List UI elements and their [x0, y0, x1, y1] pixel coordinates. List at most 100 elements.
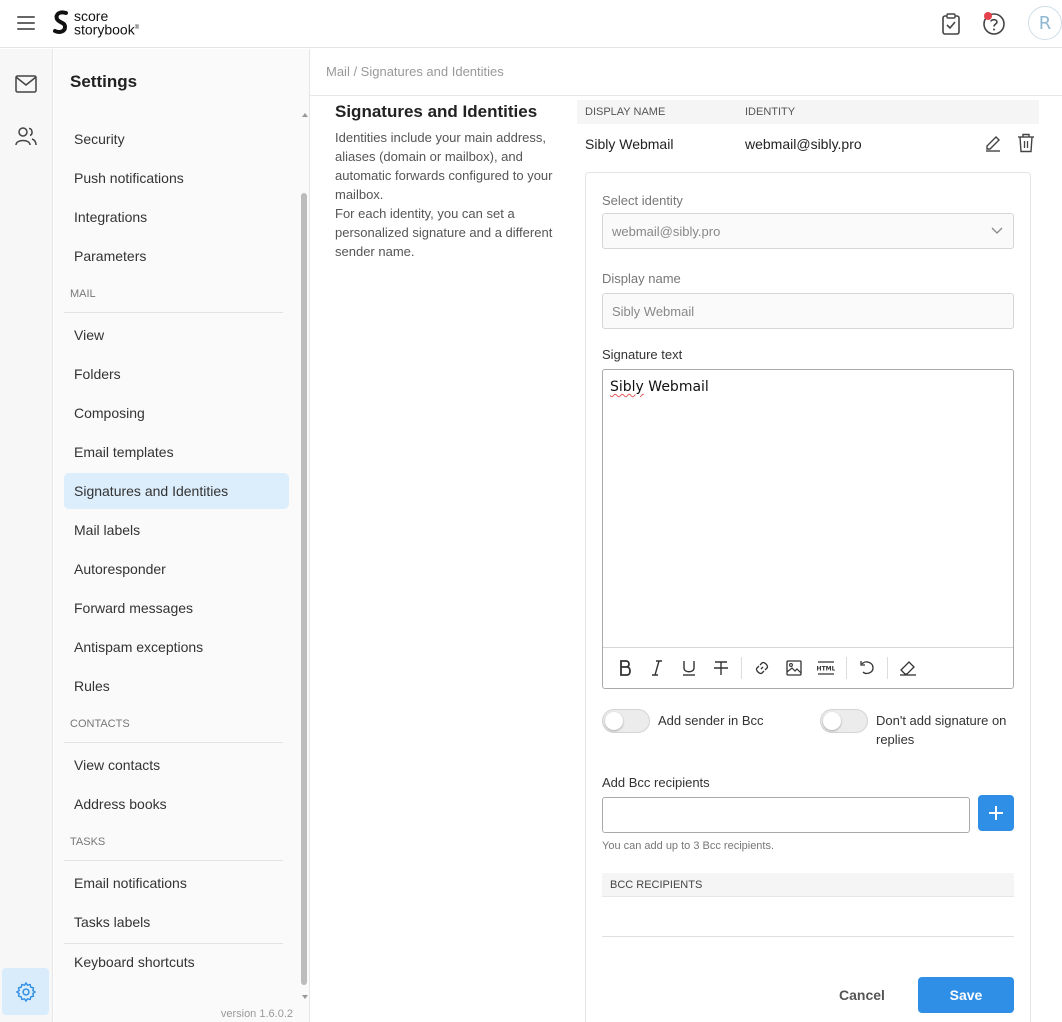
underline-icon[interactable]	[673, 653, 705, 683]
scrollbar-thumb[interactable]	[301, 193, 307, 985]
settings-item-antispam-exceptions[interactable]: Antispam exceptions	[64, 629, 289, 665]
column-header-display-name: DISPLAY NAME	[585, 106, 666, 118]
settings-item-view[interactable]: View	[64, 317, 289, 353]
help-icon[interactable]	[980, 10, 1008, 38]
no-signature-replies-label: Don't add signature on replies	[876, 713, 1007, 747]
settings-item-integrations[interactable]: Integrations	[64, 199, 289, 235]
column-header-identity: IDENTITY	[745, 106, 796, 118]
scroll-up-arrow-icon[interactable]	[302, 113, 308, 117]
settings-item-rules[interactable]: Rules	[64, 668, 289, 704]
settings-item-email-notifications[interactable]: Email notifications	[64, 865, 289, 901]
identities-table: DISPLAY NAME IDENTITY Sibly Webmail webm…	[577, 100, 1039, 164]
description-paragraph-2: For each identity, you can set a persona…	[335, 206, 553, 259]
row-display-name: Sibly Webmail	[585, 136, 674, 152]
display-name-field[interactable]: Sibly Webmail	[602, 293, 1014, 329]
section-header-mail: MAIL	[64, 277, 283, 313]
logo-text-line1: score	[74, 8, 109, 25]
app-rail	[0, 49, 53, 1022]
settings-item-forward-messages[interactable]: Forward messages	[64, 590, 289, 626]
settings-item-tasks-labels[interactable]: Tasks labels	[64, 904, 289, 940]
cancel-button[interactable]: Cancel	[828, 980, 896, 1010]
plus-icon	[989, 806, 1003, 820]
toolbar-divider	[887, 657, 888, 679]
toolbar-divider	[846, 657, 847, 679]
link-icon[interactable]	[746, 653, 778, 683]
description-paragraph-1: Identities include your main address, al…	[335, 130, 553, 202]
logo-mark-icon	[53, 10, 68, 34]
chevron-down-icon	[991, 227, 1003, 234]
settings-item-security[interactable]: Security	[64, 121, 289, 157]
no-signature-replies-toggle[interactable]	[820, 709, 868, 733]
bcc-recipient-input[interactable]	[602, 797, 970, 833]
display-name-value: Sibly Webmail	[612, 303, 695, 319]
scroll-down-arrow-icon[interactable]	[302, 995, 308, 999]
settings-item-address-books[interactable]: Address books	[64, 786, 289, 822]
signature-editor[interactable]: Sibly Webmail HTML	[602, 369, 1014, 689]
signature-text-label: Signature text	[602, 347, 683, 362]
logo-text-line2: storybook	[74, 21, 135, 38]
signature-word-rest: Webmail	[643, 379, 709, 395]
user-avatar[interactable]: R	[1028, 6, 1062, 40]
bcc-hint: You can add up to 3 Bcc recipients.	[602, 840, 775, 852]
settings-item-mail-labels[interactable]: Mail labels	[64, 512, 289, 548]
settings-gear-icon[interactable]	[2, 968, 49, 1015]
avatar-letter: R	[1038, 12, 1052, 34]
settings-sidebar: Settings Security Push notifications Int…	[54, 49, 310, 1022]
breadcrumb-divider	[310, 95, 1062, 96]
display-name-label: Display name	[602, 271, 681, 286]
page-description: Identities include your main address, al…	[335, 128, 560, 261]
table-row[interactable]: Sibly Webmail webmail@sibly.pro	[577, 124, 1039, 164]
menu-icon[interactable]	[17, 16, 35, 30]
settings-item-push-notifications[interactable]: Push notifications	[64, 160, 289, 196]
settings-item-folders[interactable]: Folders	[64, 356, 289, 392]
settings-item-view-contacts[interactable]: View contacts	[64, 747, 289, 783]
settings-item-signatures-identities[interactable]: Signatures and Identities	[64, 473, 289, 509]
bcc-table-divider	[602, 936, 1014, 937]
svg-text:HTML: HTML	[817, 666, 835, 673]
signature-word-spellcheck: Sibly	[610, 379, 644, 395]
section-header-tasks: TASKS	[64, 825, 283, 861]
page-title: Signatures and Identities	[335, 102, 538, 121]
save-button[interactable]: Save	[918, 977, 1014, 1013]
bcc-recipients-header: BCC RECIPIENTS	[602, 873, 1014, 897]
section-header-contacts: CONTACTS	[64, 707, 283, 743]
logo-registered: ®	[134, 25, 140, 32]
add-bcc-button[interactable]	[978, 795, 1014, 831]
html-source-icon[interactable]: HTML	[810, 653, 842, 683]
italic-icon[interactable]	[641, 653, 673, 683]
contacts-icon[interactable]	[11, 121, 41, 151]
breadcrumb: Mail / Signatures and Identities	[326, 64, 504, 79]
select-identity-value: webmail@sibly.pro	[612, 223, 721, 239]
sidebar-scrollbar[interactable]	[299, 113, 309, 999]
toolbar-divider	[741, 657, 742, 679]
settings-item-keyboard-shortcuts[interactable]: Keyboard shortcuts	[64, 943, 283, 979]
strikethrough-icon[interactable]	[705, 653, 737, 683]
version-label: version 1.6.0.2	[220, 1008, 293, 1020]
settings-item-autoresponder[interactable]: Autoresponder	[64, 551, 289, 587]
image-icon[interactable]	[778, 653, 810, 683]
delete-trash-icon[interactable]	[1017, 133, 1035, 156]
select-identity-dropdown[interactable]: webmail@sibly.pro	[602, 213, 1014, 249]
toggle-knob	[605, 712, 623, 730]
settings-nav: Security Push notifications Integrations…	[64, 121, 289, 982]
app-logo[interactable]: score storybook®	[52, 8, 140, 38]
signature-content[interactable]: Sibly Webmail	[610, 379, 709, 395]
undo-icon[interactable]	[851, 653, 883, 683]
bold-icon[interactable]	[609, 653, 641, 683]
settings-item-email-templates[interactable]: Email templates	[64, 434, 289, 470]
top-bar: score storybook® R	[0, 0, 1062, 48]
add-sender-bcc-toggle[interactable]	[602, 709, 650, 733]
edit-pencil-icon[interactable]	[984, 134, 1002, 155]
mail-icon[interactable]	[11, 69, 41, 99]
identities-table-header: DISPLAY NAME IDENTITY	[577, 100, 1039, 124]
settings-item-composing[interactable]: Composing	[64, 395, 289, 431]
settings-title: Settings	[70, 72, 138, 91]
editor-toolbar: HTML	[603, 647, 1013, 688]
eraser-icon[interactable]	[892, 653, 924, 683]
settings-item-parameters[interactable]: Parameters	[64, 238, 289, 274]
toggle-knob	[823, 712, 841, 730]
tasks-clipboard-icon[interactable]	[937, 10, 965, 38]
add-bcc-label: Add Bcc recipients	[602, 775, 710, 790]
row-identity: webmail@sibly.pro	[745, 136, 862, 152]
select-identity-label: Select identity	[602, 193, 683, 208]
